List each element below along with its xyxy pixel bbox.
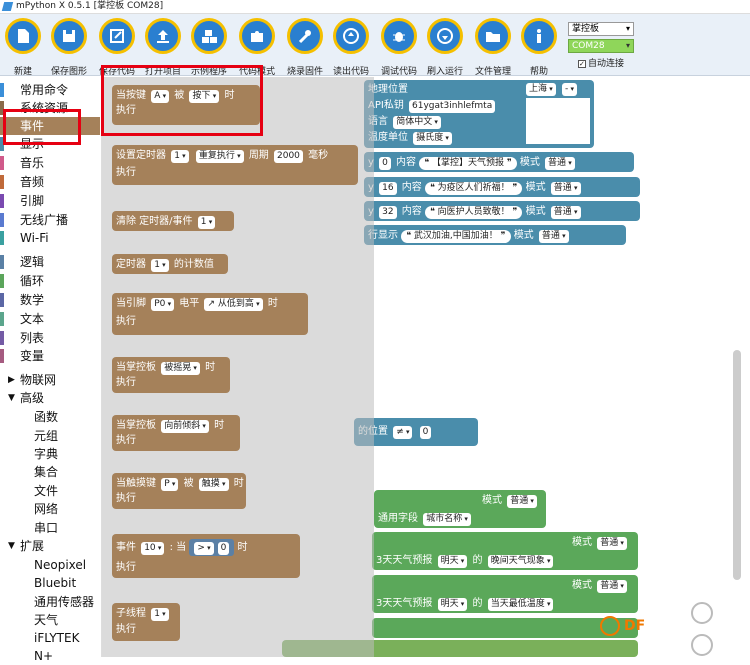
on-pin-event-block[interactable]: 当引脚 P0 电平 ↗ 从低到高 时 执行 xyxy=(112,293,308,335)
app-logo-icon xyxy=(1,2,14,11)
window-title: mPython X 0.5.1 [掌控板 COM28] xyxy=(16,1,164,11)
workspace-scrollbar[interactable] xyxy=(733,350,741,580)
cat-iot[interactable]: ▶ 物联网 xyxy=(0,371,100,389)
on-shake-block[interactable]: 当掌控板 被摇晃 时 执行 xyxy=(112,357,230,393)
clear-timer-block[interactable]: 清除 定时器/事件 1 xyxy=(112,211,234,231)
cat-weather[interactable]: 天气 xyxy=(0,611,100,629)
highlight-box-events-category xyxy=(3,109,81,145)
set-timer-block[interactable]: 设置定时器 1 重复执行 周期 2000 毫秒 执行 xyxy=(112,145,358,185)
on-touch-block[interactable]: 当触摸键 P 被 触摸 时 执行 xyxy=(112,473,246,509)
oled-forecast-night-block[interactable]: 模式 普通3天天气预报 明天 的 晚间天气现象 xyxy=(372,532,638,570)
download-circle-icon xyxy=(427,18,463,54)
display-text-row-2[interactable]: y 16 内容 ❝ 为疫区人们祈福！ ❞ 模式 普通 xyxy=(364,177,640,197)
cat-serial[interactable]: 串口 xyxy=(0,519,100,537)
cat-pins[interactable]: 引脚 xyxy=(0,192,100,210)
wrench-icon xyxy=(287,18,323,54)
zoom-in-icon[interactable] xyxy=(691,634,713,656)
cubes-icon xyxy=(191,18,227,54)
cat-math[interactable]: 数学 xyxy=(0,291,100,309)
cat-tuples[interactable]: 元组 xyxy=(0,427,100,445)
bug-icon xyxy=(381,18,417,54)
recenter-icon[interactable] xyxy=(691,602,713,624)
cat-nplus[interactable]: N+ xyxy=(0,647,100,665)
flash-run-button[interactable]: 刷入运行 xyxy=(422,16,468,77)
cat-radio[interactable]: 无线广播 xyxy=(0,211,100,229)
category-sidebar: 常用命令 系统资源 事件 显示 音乐 音频 引脚 无线广播 Wi-Fi 逻辑 循… xyxy=(0,77,102,663)
new-button[interactable]: 新建 xyxy=(0,16,46,77)
cat-sets[interactable]: 集合 xyxy=(0,463,100,481)
cat-network[interactable]: 网络 xyxy=(0,500,100,518)
block-flyout: 当按键 A 被 按下 时 执行 设置定时器 1 重复执行 周期 2000 毫秒 … xyxy=(102,77,374,657)
edit-pencil-icon xyxy=(99,18,135,54)
upload-icon xyxy=(145,18,181,54)
cat-advanced[interactable]: ▼ 高级 xyxy=(0,389,100,407)
info-icon xyxy=(521,18,557,54)
sub-thread-block[interactable]: 子线程 1 执行 xyxy=(112,603,180,641)
help-button[interactable]: 帮助 xyxy=(516,16,562,77)
read-code-button[interactable]: 读出代码 xyxy=(328,16,374,77)
firmware-button[interactable]: 烧录固件 xyxy=(282,16,328,77)
display-text-row-1[interactable]: y 0 内容 ❝ 【掌控】天气预报 ❞ 模式 普通 xyxy=(364,152,634,172)
auto-connect-checkbox[interactable]: ✓ 自动连接 xyxy=(578,56,624,69)
cat-common[interactable]: 常用命令 xyxy=(0,81,100,99)
dfrobot-watermark: DF xyxy=(600,616,670,644)
device-select[interactable]: 掌控板 xyxy=(568,22,634,36)
save-disk-icon xyxy=(51,18,87,54)
collapse-arrow-icon: ▼ xyxy=(8,393,15,403)
port-select[interactable]: COM28 xyxy=(568,39,634,53)
puzzle-icon xyxy=(239,18,275,54)
cat-audio[interactable]: 音频 xyxy=(0,173,100,191)
oled-row-block[interactable] xyxy=(372,618,638,638)
cat-text[interactable]: 文本 xyxy=(0,310,100,328)
collapse-arrow-icon: ▼ xyxy=(8,541,15,551)
title-bar: mPython X 0.5.1 [掌控板 COM28] xyxy=(0,0,750,14)
cat-sensors[interactable]: 通用传感器 xyxy=(0,593,100,611)
cat-loops[interactable]: 循环 xyxy=(0,272,100,290)
save-button[interactable]: 保存图形 xyxy=(46,16,92,77)
oled-forecast-low-block[interactable]: 模式 普通3天天气预报 明天 的 当天最低温度 xyxy=(372,575,638,613)
debug-button[interactable]: 调试代码 xyxy=(376,16,422,77)
cat-lists[interactable]: 列表 xyxy=(0,329,100,347)
highlight-box-button-event xyxy=(101,65,263,136)
arrow-up-circle-icon xyxy=(333,18,369,54)
weather-config-block[interactable]: 地理位置 API私钥 61ygat3inhlefmta 语言 简体中文 温度单位… xyxy=(364,80,594,148)
condition-event-block[interactable]: 事件 10 : 当 >0 时 执行 xyxy=(112,534,300,578)
on-tilt-block[interactable]: 当掌控板 向前倾斜 时 执行 xyxy=(112,415,240,451)
cat-extensions[interactable]: ▼ 扩展 xyxy=(0,537,100,555)
dfrobot-logo-icon xyxy=(600,616,620,636)
cat-functions[interactable]: 函数 xyxy=(0,408,100,426)
timer-count-block[interactable]: 定时器 1 的计数值 xyxy=(112,254,228,274)
cat-iflytek[interactable]: iFLYTEK xyxy=(0,629,100,647)
oled-line-display[interactable]: 行显示 ❝ 武汉加油,中国加油！ ❞ 模式 普通 xyxy=(364,225,626,245)
display-text-row-3[interactable]: y 32 内容 ❝ 向医护人员致敬！ ❞ 模式 普通 xyxy=(364,201,640,221)
cat-variables[interactable]: 变量 xyxy=(0,347,100,365)
new-file-icon xyxy=(5,18,41,54)
cat-logic[interactable]: 逻辑 xyxy=(0,253,100,271)
file-manager-button[interactable]: 文件管理 xyxy=(470,16,516,77)
cat-bluebit[interactable]: Bluebit xyxy=(0,574,100,592)
cat-neopixel[interactable]: Neopixel xyxy=(0,556,100,574)
oled-city-block[interactable]: 模式 普通通用字段 城市名称 xyxy=(374,490,546,528)
checkbox-checked-icon: ✓ xyxy=(578,59,586,68)
folder-icon xyxy=(475,18,511,54)
cat-music[interactable]: 音乐 xyxy=(0,154,100,172)
cat-files[interactable]: 文件 xyxy=(0,482,100,500)
cat-wifi[interactable]: Wi-Fi xyxy=(0,229,100,247)
cat-dict[interactable]: 字典 xyxy=(0,445,100,463)
expand-arrow-icon: ▶ xyxy=(8,375,15,385)
